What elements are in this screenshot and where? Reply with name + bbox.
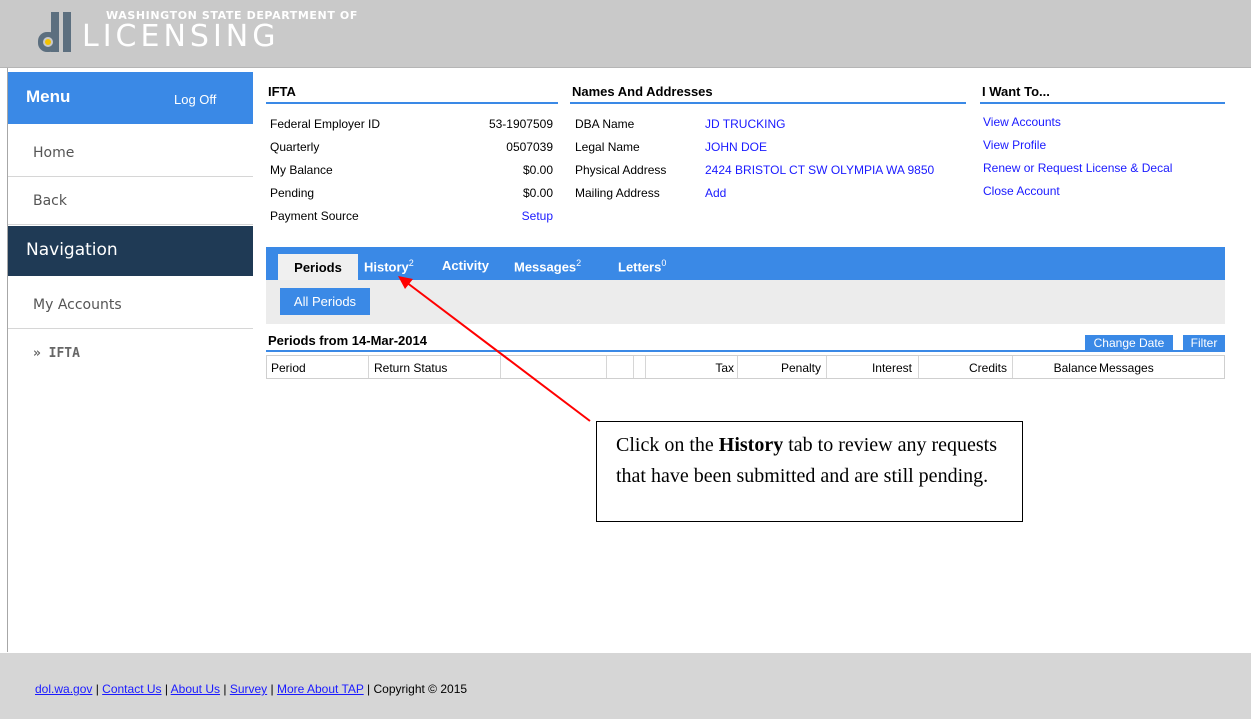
navigation-title: Navigation — [26, 240, 118, 260]
field-value: 0507039 — [506, 140, 553, 154]
names-title: Names And Addresses — [572, 84, 713, 99]
footer-link-about[interactable]: About Us — [171, 682, 220, 696]
tab-periods[interactable]: Periods — [278, 254, 358, 281]
tab-count: 2 — [408, 258, 414, 268]
sidebar-item-label: Home — [33, 145, 75, 161]
ifta-title: IFTA — [268, 84, 296, 99]
view-accounts-link[interactable]: View Accounts — [983, 115, 1061, 129]
field-label: Pending — [270, 186, 315, 200]
tab-count: 0 — [661, 258, 667, 268]
footer-link-contact[interactable]: Contact Us — [102, 682, 161, 696]
tab-history[interactable]: History2 — [364, 258, 414, 274]
copyright: Copyright © 2015 — [373, 682, 468, 696]
tab-label: Activity — [442, 258, 489, 273]
field-label: Mailing Address — [575, 186, 660, 200]
column-divider — [645, 356, 646, 378]
periods-title: Periods from 14-Mar-2014 — [268, 333, 427, 348]
sidebar-item-back[interactable]: Back — [8, 177, 253, 225]
sidebar-item-label: Back — [33, 193, 67, 209]
tab-activity[interactable]: Activity — [442, 258, 489, 273]
field-label: Quarterly — [270, 140, 320, 154]
field-label: Payment Source — [270, 209, 359, 223]
tab-count: 2 — [576, 258, 582, 268]
dol-logo-icon — [38, 12, 71, 52]
view-profile-link[interactable]: View Profile — [983, 138, 1046, 152]
tab-bar: Periods History2 Activity Messages2 Lett… — [266, 247, 1225, 281]
sidebar: Menu Log Off Home Back Navigation My Acc… — [8, 72, 253, 652]
brand-name: LICENSING — [82, 19, 280, 54]
close-account-link[interactable]: Close Account — [983, 184, 1060, 198]
field-value: $0.00 — [522, 163, 553, 177]
dba-name-link[interactable]: JD TRUCKING — [705, 117, 785, 131]
column-header: Messages — [1099, 361, 1154, 375]
periods-table-header: Period Return Status Tax Penalty Interes… — [266, 355, 1225, 379]
footer-links: dol.wa.gov | Contact Us | About Us | Sur… — [35, 682, 468, 696]
column-divider — [918, 356, 919, 378]
all-periods-button[interactable]: All Periods — [280, 288, 370, 315]
want-rule — [980, 102, 1225, 104]
sidebar-item-label: My Accounts — [33, 297, 122, 313]
field-label: My Balance — [270, 163, 333, 177]
tab-label: History — [364, 259, 409, 275]
ifta-rule — [266, 102, 558, 104]
renew-license-link[interactable]: Renew or Request License & Decal — [983, 161, 1172, 175]
field-value: 53-1907509 — [488, 117, 553, 131]
column-header: Period — [271, 361, 306, 375]
mailing-address-add-link[interactable]: Add — [705, 186, 726, 200]
menu-title: Menu — [26, 87, 71, 106]
column-divider — [368, 356, 369, 378]
instruction-callout: Click on the History tab to review any r… — [596, 421, 1023, 522]
menu-header: Menu Log Off — [8, 72, 253, 124]
field-value: $0.00 — [522, 186, 553, 200]
navigation-header: Navigation — [8, 226, 253, 276]
field-label: Federal Employer ID — [270, 117, 381, 131]
column-divider — [606, 356, 607, 378]
column-divider — [737, 356, 738, 378]
tab-messages[interactable]: Messages2 — [514, 258, 581, 274]
column-divider — [826, 356, 827, 378]
payment-source-setup-link[interactable]: Setup — [450, 209, 553, 223]
column-header: Balance — [1053, 361, 1097, 375]
tab-subbar: All Periods — [266, 280, 1225, 324]
column-header: Tax — [715, 361, 734, 375]
column-divider — [500, 356, 501, 378]
names-rule — [570, 102, 966, 104]
sidebar-item-home[interactable]: Home — [8, 129, 253, 177]
field-label: Physical Address — [575, 163, 667, 177]
column-divider — [633, 356, 634, 378]
column-header: Penalty — [780, 361, 821, 375]
column-header: Interest — [871, 361, 912, 375]
footer-link-dol[interactable]: dol.wa.gov — [35, 682, 92, 696]
column-header: Return Status — [374, 361, 448, 375]
tab-label: Letters — [618, 259, 662, 275]
field-label: Legal Name — [575, 140, 640, 154]
callout-text: Click on the — [616, 434, 719, 456]
column-header: Credits — [968, 361, 1007, 375]
want-title: I Want To... — [982, 84, 1050, 99]
logoff-link[interactable]: Log Off — [174, 92, 216, 107]
tab-letters[interactable]: Letters0 — [618, 258, 666, 274]
column-divider — [1012, 356, 1013, 378]
legal-name-link[interactable]: JOHN DOE — [705, 140, 767, 154]
periods-rule — [266, 350, 1225, 352]
tab-label: Messages — [514, 259, 577, 275]
sidebar-item-label: » IFTA — [33, 346, 80, 361]
site-header: WASHINGTON STATE DEPARTMENT OF LICENSING — [0, 0, 1251, 68]
site-footer: dol.wa.gov | Contact Us | About Us | Sur… — [0, 653, 1251, 719]
footer-link-tap[interactable]: More About TAP — [277, 682, 364, 696]
field-label: DBA Name — [575, 117, 635, 131]
sidebar-item-ifta[interactable]: » IFTA — [8, 330, 253, 378]
physical-address-link[interactable]: 2424 BRISTOL CT SW OLYMPIA WA 9850 — [705, 163, 934, 177]
sidebar-item-my-accounts[interactable]: My Accounts — [8, 281, 253, 329]
footer-link-survey[interactable]: Survey — [230, 682, 267, 696]
callout-emphasis: History — [718, 434, 784, 456]
